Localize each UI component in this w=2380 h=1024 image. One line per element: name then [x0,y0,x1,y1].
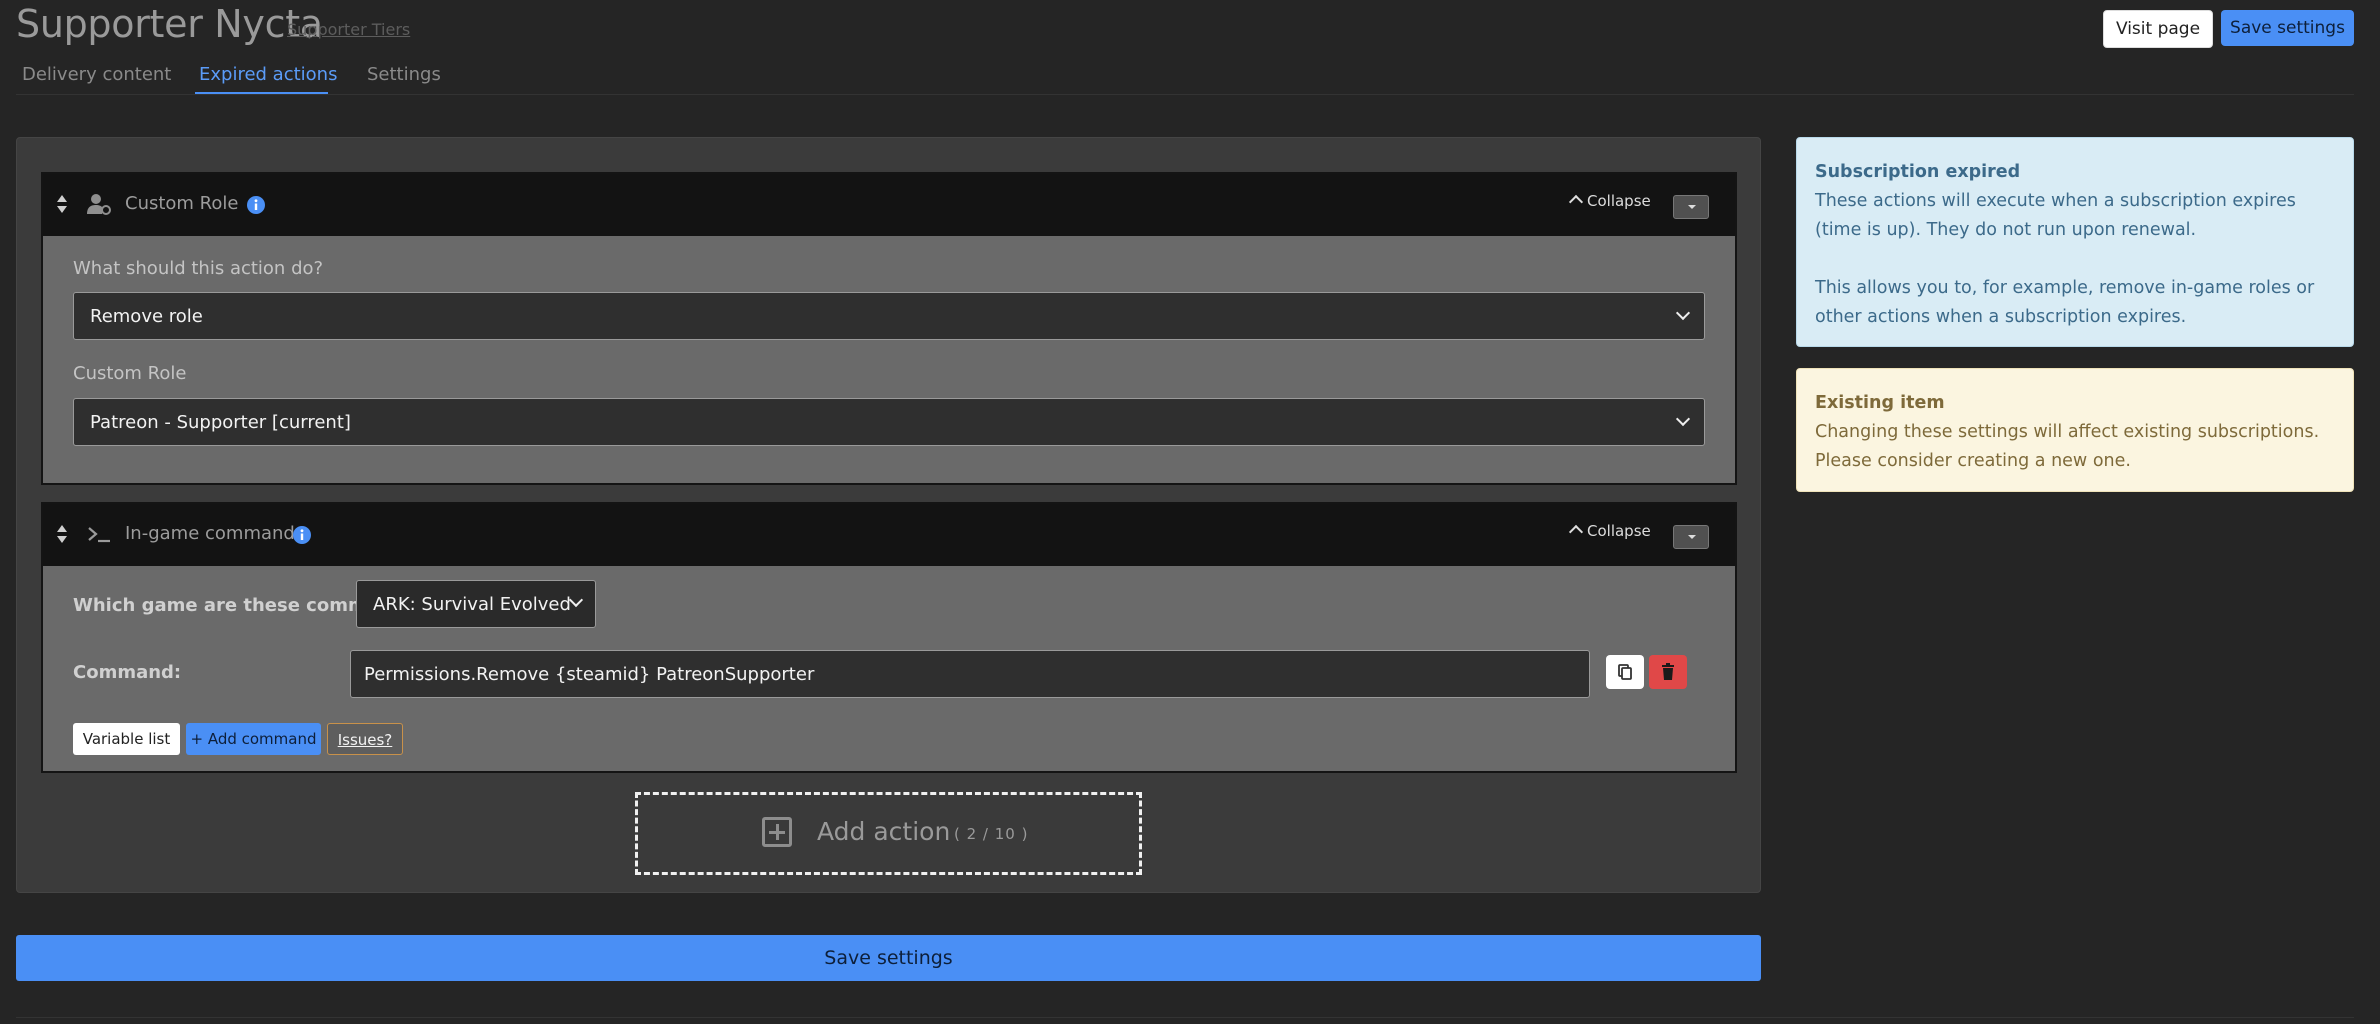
variable-list-button[interactable]: Variable list [73,723,180,755]
add-action-button[interactable]: Add action ( 2 / 10 ) [635,792,1142,875]
collapse-button[interactable]: Collapse [1568,192,1651,210]
terminal-icon [88,527,110,543]
collapse-label: Collapse [1587,192,1651,210]
custom-role-value: Patreon - Supporter [current] [90,412,351,433]
warning-alert-existing-item: Existing item Changing these settings wi… [1796,368,2354,492]
footer-divider [16,1017,2354,1018]
action-type-select[interactable]: Remove role [73,292,1705,340]
chevron-down-icon [1675,305,1691,321]
sort-handle-icon[interactable] [57,194,67,214]
copy-icon [1618,664,1632,680]
game-select[interactable]: ARK: Survival Evolved [356,580,596,628]
action-menu-dropdown[interactable] [1673,525,1709,549]
breadcrumb-link-supporter-tiers[interactable]: Supporter Tiers [287,20,410,39]
copy-command-button[interactable] [1606,655,1644,689]
custom-role-label: Custom Role [73,363,187,384]
info-icon[interactable] [293,526,311,544]
alert-text: Changing these settings will affect exis… [1815,422,2320,471]
action-type-value: Remove role [90,306,203,327]
collapse-button[interactable]: Collapse [1568,522,1651,540]
action-count: ( 2 / 10 ) [954,825,1029,843]
action-card-header: In-game command Collapse [43,504,1735,566]
info-alert-subscription-expired: Subscription expired These actions will … [1796,137,2354,347]
alert-heading: Subscription expired [1815,162,2021,182]
action-title: Custom Role [125,193,239,214]
delete-command-button[interactable] [1649,655,1687,689]
alert-text: This allows you to, for example, remove … [1815,278,2315,327]
visit-page-button[interactable]: Visit page [2103,10,2213,48]
header-divider [16,94,2354,95]
collapse-label: Collapse [1587,522,1651,540]
action-card-header: Custom Role Collapse [43,174,1735,236]
tab-delivery-content[interactable]: Delivery content [22,64,171,85]
add-command-button[interactable]: + Add command [186,723,321,755]
user-gear-icon [87,194,111,215]
tab-expired-actions[interactable]: Expired actions [199,64,337,85]
tab-settings[interactable]: Settings [367,64,441,85]
action-card-custom-role: Custom Role Collapse What should this ac… [41,172,1737,485]
sort-handle-icon[interactable] [57,524,67,544]
trash-icon [1662,663,1674,680]
chevron-down-icon [568,592,584,608]
action-menu-dropdown[interactable] [1673,195,1709,219]
info-icon[interactable] [247,196,265,214]
action-question-label: What should this action do? [73,258,324,279]
alert-heading: Existing item [1815,393,1945,413]
game-select-value: ARK: Survival Evolved [373,594,571,615]
command-label: Command: [73,662,182,683]
alert-text: These actions will execute when a subscr… [1815,191,2296,240]
issues-button[interactable]: Issues? [327,723,403,755]
chevron-up-icon [1568,524,1584,540]
page-title: Supporter Nycta [16,2,323,46]
chevron-up-icon [1568,194,1584,210]
plus-square-icon [762,817,792,847]
save-settings-button-bottom[interactable]: Save settings [16,935,1761,981]
add-action-label: Add action [817,817,951,846]
custom-role-select[interactable]: Patreon - Supporter [current] [73,398,1705,446]
command-input[interactable]: Permissions.Remove {steamid} PatreonSupp… [350,650,1590,698]
action-title: In-game command [125,523,295,544]
save-settings-button-top[interactable]: Save settings [2221,10,2354,46]
chevron-down-icon [1675,411,1691,427]
command-input-value: Permissions.Remove {steamid} PatreonSupp… [364,664,815,685]
